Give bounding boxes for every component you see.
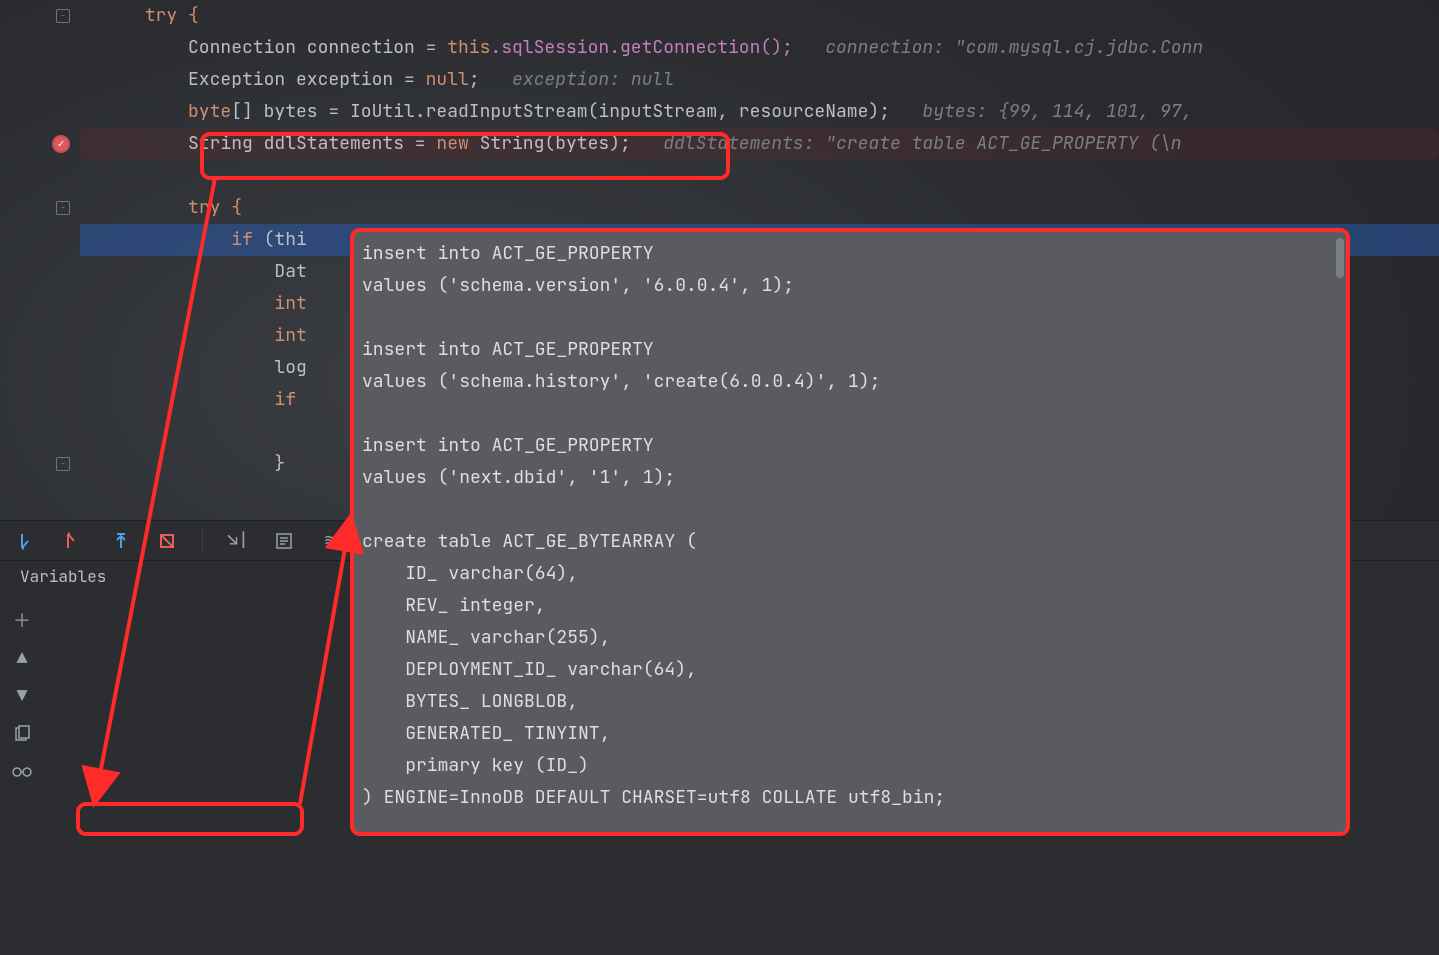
code-text: if	[231, 228, 253, 251]
step-into-button[interactable]	[64, 530, 86, 552]
run-to-cursor-button[interactable]: ↘|	[227, 530, 249, 552]
up-button[interactable]: ▲	[10, 646, 34, 670]
fold-icon[interactable]: −	[56, 9, 70, 23]
evaluate-button[interactable]	[273, 530, 295, 552]
scrollbar[interactable]	[1336, 238, 1344, 278]
code-text: int	[274, 292, 306, 315]
code-text: try {	[188, 196, 242, 219]
code-text: String(bytes);	[469, 132, 631, 155]
down-button[interactable]: ▼	[10, 684, 34, 708]
breakpoint-icon[interactable]	[52, 135, 70, 153]
tooltip-text: insert into ACT_GE_PROPERTY values ('sch…	[354, 232, 1346, 820]
add-watch-button[interactable]: ＋	[10, 608, 34, 632]
inline-hint: exception: null	[480, 68, 674, 91]
code-text: this	[447, 36, 490, 59]
code-text: byte	[188, 100, 231, 123]
code-text: if	[274, 388, 296, 411]
inline-hint: ddlStatements: "create table ACT_GE_PROP…	[631, 132, 1193, 155]
code-text: .sqlSession.getConnection();	[490, 36, 792, 59]
code-text: int	[274, 324, 306, 347]
code-text: Exception exception =	[188, 68, 426, 91]
toolbar-separator	[202, 529, 203, 553]
step-over-button[interactable]	[18, 530, 40, 552]
copy-button[interactable]	[10, 722, 34, 746]
code-text: try {	[145, 4, 199, 27]
code-text: Dat	[274, 260, 306, 283]
code-text: [] bytes = IoUtil.readInputStream(inputS…	[231, 100, 890, 123]
fold-icon[interactable]: −	[56, 457, 70, 471]
value-tooltip-popup[interactable]: insert into ACT_GE_PROPERTY values ('sch…	[354, 232, 1346, 832]
code-text: new	[436, 132, 468, 155]
code-text: log	[274, 356, 306, 379]
watches-button[interactable]	[10, 760, 34, 784]
trace-button[interactable]: ≋	[319, 530, 341, 552]
inline-hint: connection: "com.mysql.cj.jdbc.Conn	[793, 36, 1203, 59]
step-out-button[interactable]	[110, 530, 132, 552]
code-text: ;	[469, 68, 480, 91]
fold-icon[interactable]: −	[56, 201, 70, 215]
inline-hint: bytes: {99, 114, 101, 97,	[890, 100, 1192, 123]
code-text: }	[274, 452, 285, 475]
drop-frame-button[interactable]	[156, 530, 178, 552]
code-text: (thi	[253, 228, 307, 251]
code-text: Connection connection =	[188, 36, 447, 59]
code-text: String ddlStatements =	[188, 132, 436, 155]
editor-gutter: − − −	[0, 0, 80, 500]
code-text: null	[426, 68, 469, 91]
debug-side-toolbar: ＋ ▲ ▼	[0, 600, 44, 955]
